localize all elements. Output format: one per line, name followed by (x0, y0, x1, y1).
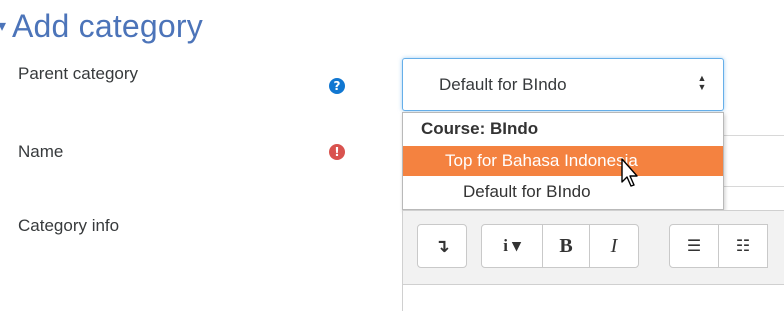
mouse-cursor-icon (621, 158, 638, 187)
collapse-chevron-icon[interactable]: ▾ (0, 16, 12, 36)
toolbar-collapse-button[interactable]: ↴ (417, 224, 467, 268)
editor-toolbar: ↴ i ▾ B I ☰ ☷ (403, 211, 784, 285)
name-field-edge (724, 135, 784, 136)
parent-category-label: Parent category (18, 64, 139, 83)
unordered-list-button[interactable]: ☰ (669, 224, 719, 268)
select-arrows-icon: ▲ ▼ (697, 73, 707, 92)
ordered-list-button[interactable]: ☷ (718, 224, 768, 268)
name-field-edge-bottom (724, 186, 784, 187)
select-value: Default for BIndo (439, 74, 567, 94)
section-header[interactable]: ▾ Add category (0, 4, 203, 48)
paragraph-styles-button[interactable]: i ▾ (481, 224, 543, 268)
required-icon: ! (329, 144, 345, 160)
italic-button[interactable]: I (589, 224, 639, 268)
category-info-editor[interactable]: ↴ i ▾ B I ☰ ☷ (402, 210, 784, 311)
parent-category-dropdown: Course: BIndo Top for Bahasa Indonesia D… (402, 112, 724, 210)
name-label: Name (18, 142, 64, 161)
page-title: Add category (12, 7, 203, 44)
bold-button[interactable]: B (542, 224, 590, 268)
dropdown-option-top[interactable]: Top for Bahasa Indonesia (403, 146, 723, 176)
help-icon[interactable]: ? (329, 78, 345, 94)
category-info-label: Category info (18, 216, 120, 235)
parent-category-select[interactable]: Default for BIndo ▲ ▼ (402, 58, 724, 111)
dropdown-group-label: Course: BIndo (421, 119, 539, 138)
dropdown-option-default[interactable]: Default for BIndo (403, 177, 723, 207)
